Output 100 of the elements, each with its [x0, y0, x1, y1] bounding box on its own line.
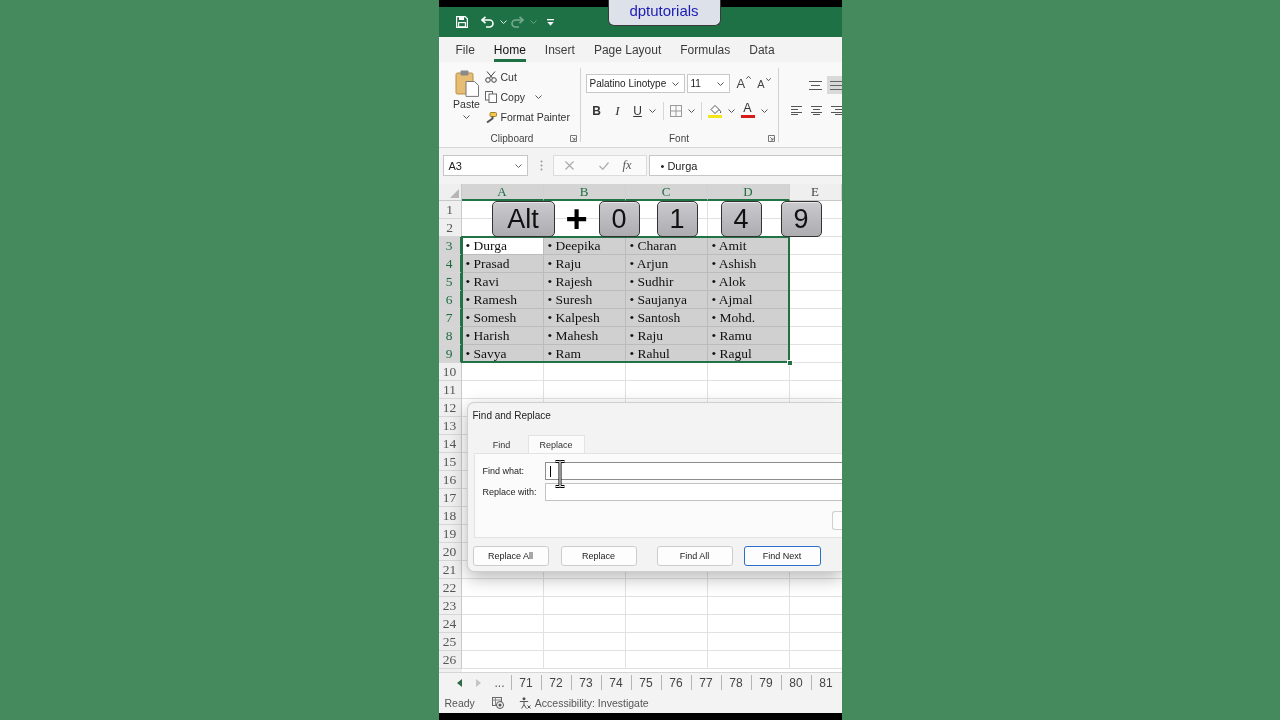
row-header[interactable]: 9: [438, 345, 462, 363]
align-middle-icon[interactable]: [808, 80, 822, 90]
row-header[interactable]: 2: [438, 219, 462, 237]
sheet-tab[interactable]: 74: [600, 675, 631, 690]
row-header[interactable]: 1: [438, 201, 462, 219]
dialog-launcher-icon[interactable]: [569, 135, 577, 142]
font-size-dropdown[interactable]: 11: [686, 74, 730, 93]
caption-label: dptutorials: [607, 0, 721, 26]
accessibility-icon[interactable]: [518, 696, 531, 709]
column-header[interactable]: E: [789, 184, 842, 201]
caret-icon: [514, 163, 522, 168]
sheet-cell: • Somesh: [461, 309, 544, 327]
row-header[interactable]: 12: [438, 399, 462, 417]
fill-handle[interactable]: [786, 360, 793, 366]
sheet-cell: • Alok: [707, 273, 790, 291]
ribbon-tab[interactable]: Page Layout: [593, 37, 662, 62]
row-header[interactable]: 23: [438, 597, 462, 615]
sheet-tab[interactable]: 72: [540, 675, 571, 690]
sheet-tab[interactable]: 81: [810, 675, 841, 690]
sheet-tab[interactable]: 73: [570, 675, 601, 690]
row-header[interactable]: 20: [438, 543, 462, 561]
sheet-tab[interactable]: 80: [780, 675, 811, 690]
format-painter-button[interactable]: Format Painter: [484, 107, 570, 127]
row-header[interactable]: 10: [438, 363, 462, 381]
more-sheets-button[interactable]: ...: [491, 675, 508, 690]
row-header[interactable]: 26: [438, 651, 462, 669]
ribbon-tab[interactable]: Insert: [544, 37, 575, 62]
column-header[interactable]: A: [461, 184, 544, 201]
column-header[interactable]: B: [543, 184, 626, 201]
name-box-field[interactable]: A3: [442, 155, 528, 176]
column-header[interactable]: C: [625, 184, 708, 201]
copy-button[interactable]: Copy: [484, 87, 570, 107]
row-header[interactable]: 14: [438, 435, 462, 453]
sheet-tab[interactable]: 77: [690, 675, 721, 690]
bold-button[interactable]: B: [590, 103, 603, 119]
insert-function-button[interactable]: fx: [622, 158, 632, 173]
caret-icon[interactable]: [727, 109, 735, 113]
dialog-button[interactable]: Replace All: [472, 546, 549, 566]
row-header[interactable]: 25: [438, 633, 462, 651]
ribbon-tab[interactable]: Data: [749, 37, 775, 62]
checkmark-icon[interactable]: [598, 161, 609, 170]
sheet-tab[interactable]: 75: [630, 675, 661, 690]
align-center-icon[interactable]: [810, 105, 822, 115]
sheet-tab[interactable]: 79: [750, 675, 781, 690]
sheet-tab[interactable]: 76: [660, 675, 691, 690]
underline-button[interactable]: U: [631, 103, 644, 119]
sheet-tab[interactable]: 71: [510, 675, 541, 690]
caret-icon[interactable]: [648, 109, 656, 113]
borders-icon[interactable]: [669, 105, 682, 117]
select-all-button[interactable]: [438, 184, 462, 201]
macro-record-icon[interactable]: [491, 696, 504, 709]
text-input-field[interactable]: [544, 483, 842, 501]
dialog-launcher-icon[interactable]: [767, 135, 775, 142]
dialog-button[interactable]: Find All: [656, 546, 733, 566]
vertical-dots-icon: [539, 160, 543, 171]
dialog-tab[interactable]: Replace: [527, 435, 585, 453]
dialog-button[interactable]: Find Next: [743, 546, 821, 566]
undo-button[interactable]: [480, 14, 507, 30]
row-header[interactable]: 11: [438, 381, 462, 399]
row-header[interactable]: 3: [438, 237, 462, 255]
font-color-button[interactable]: A: [740, 103, 755, 119]
row-header[interactable]: 13: [438, 417, 462, 435]
grow-font-button[interactable]: A: [736, 75, 752, 92]
italic-button[interactable]: I: [611, 103, 624, 119]
paste-button[interactable]: Paste: [451, 62, 482, 122]
dialog-button[interactable]: Replace: [560, 546, 637, 566]
save-button[interactable]: [455, 14, 468, 30]
accessibility-status[interactable]: Accessibility: Investigate: [534, 696, 649, 709]
sheet-tab[interactable]: 78: [720, 675, 751, 690]
row-header[interactable]: 8: [438, 327, 462, 345]
ribbon-tab[interactable]: File: [455, 37, 475, 62]
row-header[interactable]: 7: [438, 309, 462, 327]
row-header[interactable]: 22: [438, 579, 462, 597]
caret-icon[interactable]: [687, 109, 695, 113]
previous-sheet-icon[interactable]: [456, 678, 462, 687]
dialog-tab[interactable]: Find: [475, 435, 528, 453]
align-right-icon[interactable]: [830, 105, 842, 115]
row-header[interactable]: 18: [438, 507, 462, 525]
row-header[interactable]: 6: [438, 291, 462, 309]
caret-icon: [535, 95, 542, 99]
row-header[interactable]: 5: [438, 273, 462, 291]
ribbon-tab[interactable]: Formulas: [680, 37, 731, 62]
row-header[interactable]: 17: [438, 489, 462, 507]
column-header[interactable]: D: [707, 184, 790, 201]
row-header[interactable]: 15: [438, 453, 462, 471]
row-header[interactable]: 16: [438, 471, 462, 489]
paint-bucket-icon[interactable]: [707, 104, 722, 118]
formula-input-field[interactable]: • Durga: [648, 155, 842, 176]
font-name-dropdown[interactable]: Palatino Linotype: [585, 74, 685, 93]
row-header[interactable]: 19: [438, 525, 462, 543]
shrink-font-button[interactable]: A: [757, 75, 771, 92]
caret-icon[interactable]: [760, 109, 768, 113]
row-header[interactable]: 4: [438, 255, 462, 273]
row-header[interactable]: 21: [438, 561, 462, 579]
cut-button[interactable]: Cut: [484, 67, 570, 87]
text-input-field[interactable]: [544, 462, 842, 480]
align-left-icon[interactable]: [790, 105, 802, 115]
row-header[interactable]: 24: [438, 615, 462, 633]
keyboard-key: Alt: [491, 201, 555, 237]
text-lines-tile-icon[interactable]: [826, 76, 842, 94]
